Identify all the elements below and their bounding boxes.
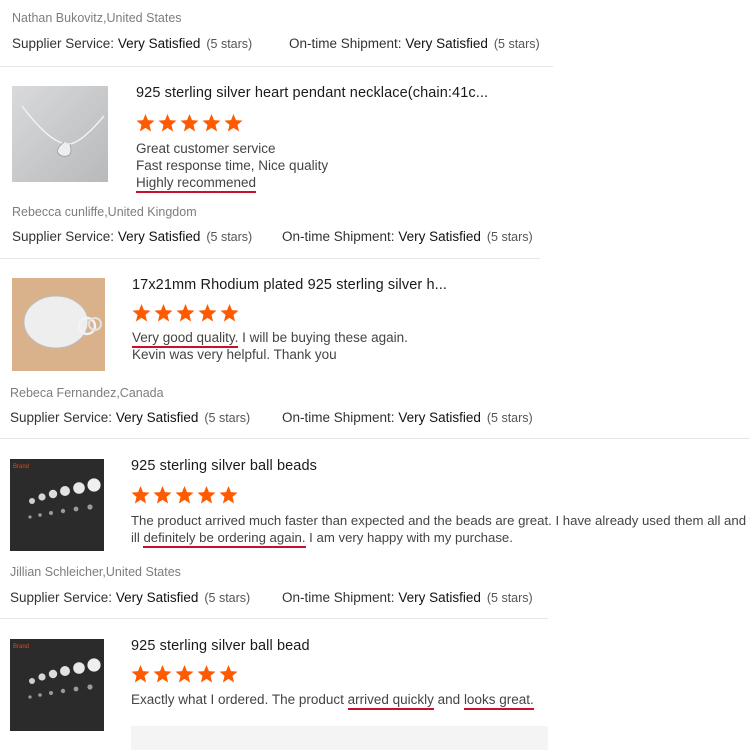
star-icon <box>197 665 216 683</box>
supplier-service-rating: Supplier Service: Very Satisfied (5 stars… <box>10 410 251 425</box>
star-icon <box>158 114 177 132</box>
review-divider <box>0 618 548 619</box>
star-icon <box>202 114 221 132</box>
seller-reply-box <box>131 726 548 750</box>
star-icon <box>153 486 172 504</box>
star-icon <box>132 304 151 322</box>
star-icon <box>220 304 239 322</box>
star-icon <box>153 665 172 683</box>
review-text: The product arrived much faster than exp… <box>131 512 750 548</box>
star-rating <box>132 304 239 322</box>
reviewer-name: Jillian Schleicher,United States <box>10 565 181 579</box>
reviewer-name: Nathan Bukovitz,United States <box>12 11 182 25</box>
star-icon <box>175 665 194 683</box>
review-divider <box>0 258 540 259</box>
product-title[interactable]: 925 sterling silver heart pendant neckla… <box>136 85 488 101</box>
reviewer-name: Rebeca Fernandez,Canada <box>10 386 164 400</box>
star-icon <box>175 486 194 504</box>
ontime-shipment-rating: On-time Shipment: Very Satisfied (5 stars… <box>282 590 533 605</box>
ball-beads-photo: Brand <box>10 639 104 731</box>
star-rating <box>131 486 238 504</box>
review-divider <box>0 438 750 439</box>
silver-tag-photo <box>12 278 105 371</box>
review-text: Great customer service Fast response tim… <box>136 140 328 193</box>
ontime-shipment-rating: On-time Shipment: Very Satisfied (5 stars… <box>282 229 533 244</box>
star-icon <box>131 665 150 683</box>
pendant-necklace-photo <box>12 86 108 182</box>
star-icon <box>224 114 243 132</box>
product-thumbnail[interactable] <box>12 86 108 182</box>
star-icon <box>176 304 195 322</box>
star-icon <box>198 304 217 322</box>
supplier-service-rating: Supplier Service: Very Satisfied (5 stars… <box>12 229 253 244</box>
highlighted-phrase: arrived quickly <box>347 692 434 710</box>
highlighted-phrase: looks great. <box>463 692 534 710</box>
svg-text:Brand: Brand <box>13 464 29 470</box>
star-icon <box>131 486 150 504</box>
highlighted-phrase: Highly recommened <box>136 175 257 193</box>
review-divider <box>0 66 553 67</box>
product-title[interactable]: 925 sterling silver ball bead <box>131 638 310 654</box>
star-icon <box>180 114 199 132</box>
product-title[interactable]: 925 sterling silver ball beads <box>131 458 317 474</box>
review-text: Exactly what I ordered. The product arri… <box>131 691 534 710</box>
star-icon <box>219 665 238 683</box>
svg-text:Brand: Brand <box>13 644 29 650</box>
product-title[interactable]: 17x21mm Rhodium plated 925 sterling silv… <box>132 277 447 293</box>
reviewer-name: Rebecca cunliffe,United Kingdom <box>12 205 197 219</box>
star-icon <box>136 114 155 132</box>
ontime-shipment-rating: On-time Shipment: Very Satisfied (5 stars… <box>289 36 540 51</box>
star-icon <box>197 486 216 504</box>
star-icon <box>154 304 173 322</box>
review-text: Very good quality. I will be buying thes… <box>132 330 408 362</box>
supplier-service-rating: Supplier Service: Very Satisfied (5 stars… <box>10 590 251 605</box>
product-thumbnail[interactable] <box>12 278 105 371</box>
ball-beads-photo: Brand <box>10 459 104 551</box>
supplier-service-rating: Supplier Service: Very Satisfied (5 stars… <box>12 36 253 51</box>
product-thumbnail[interactable]: Brand <box>10 639 104 731</box>
product-thumbnail[interactable]: Brand <box>10 459 104 551</box>
ontime-shipment-rating: On-time Shipment: Very Satisfied (5 stars… <box>282 410 533 425</box>
star-icon <box>219 486 238 504</box>
highlighted-phrase: definitely be ordering again. <box>143 530 306 548</box>
star-rating <box>136 114 243 132</box>
star-rating <box>131 665 238 683</box>
